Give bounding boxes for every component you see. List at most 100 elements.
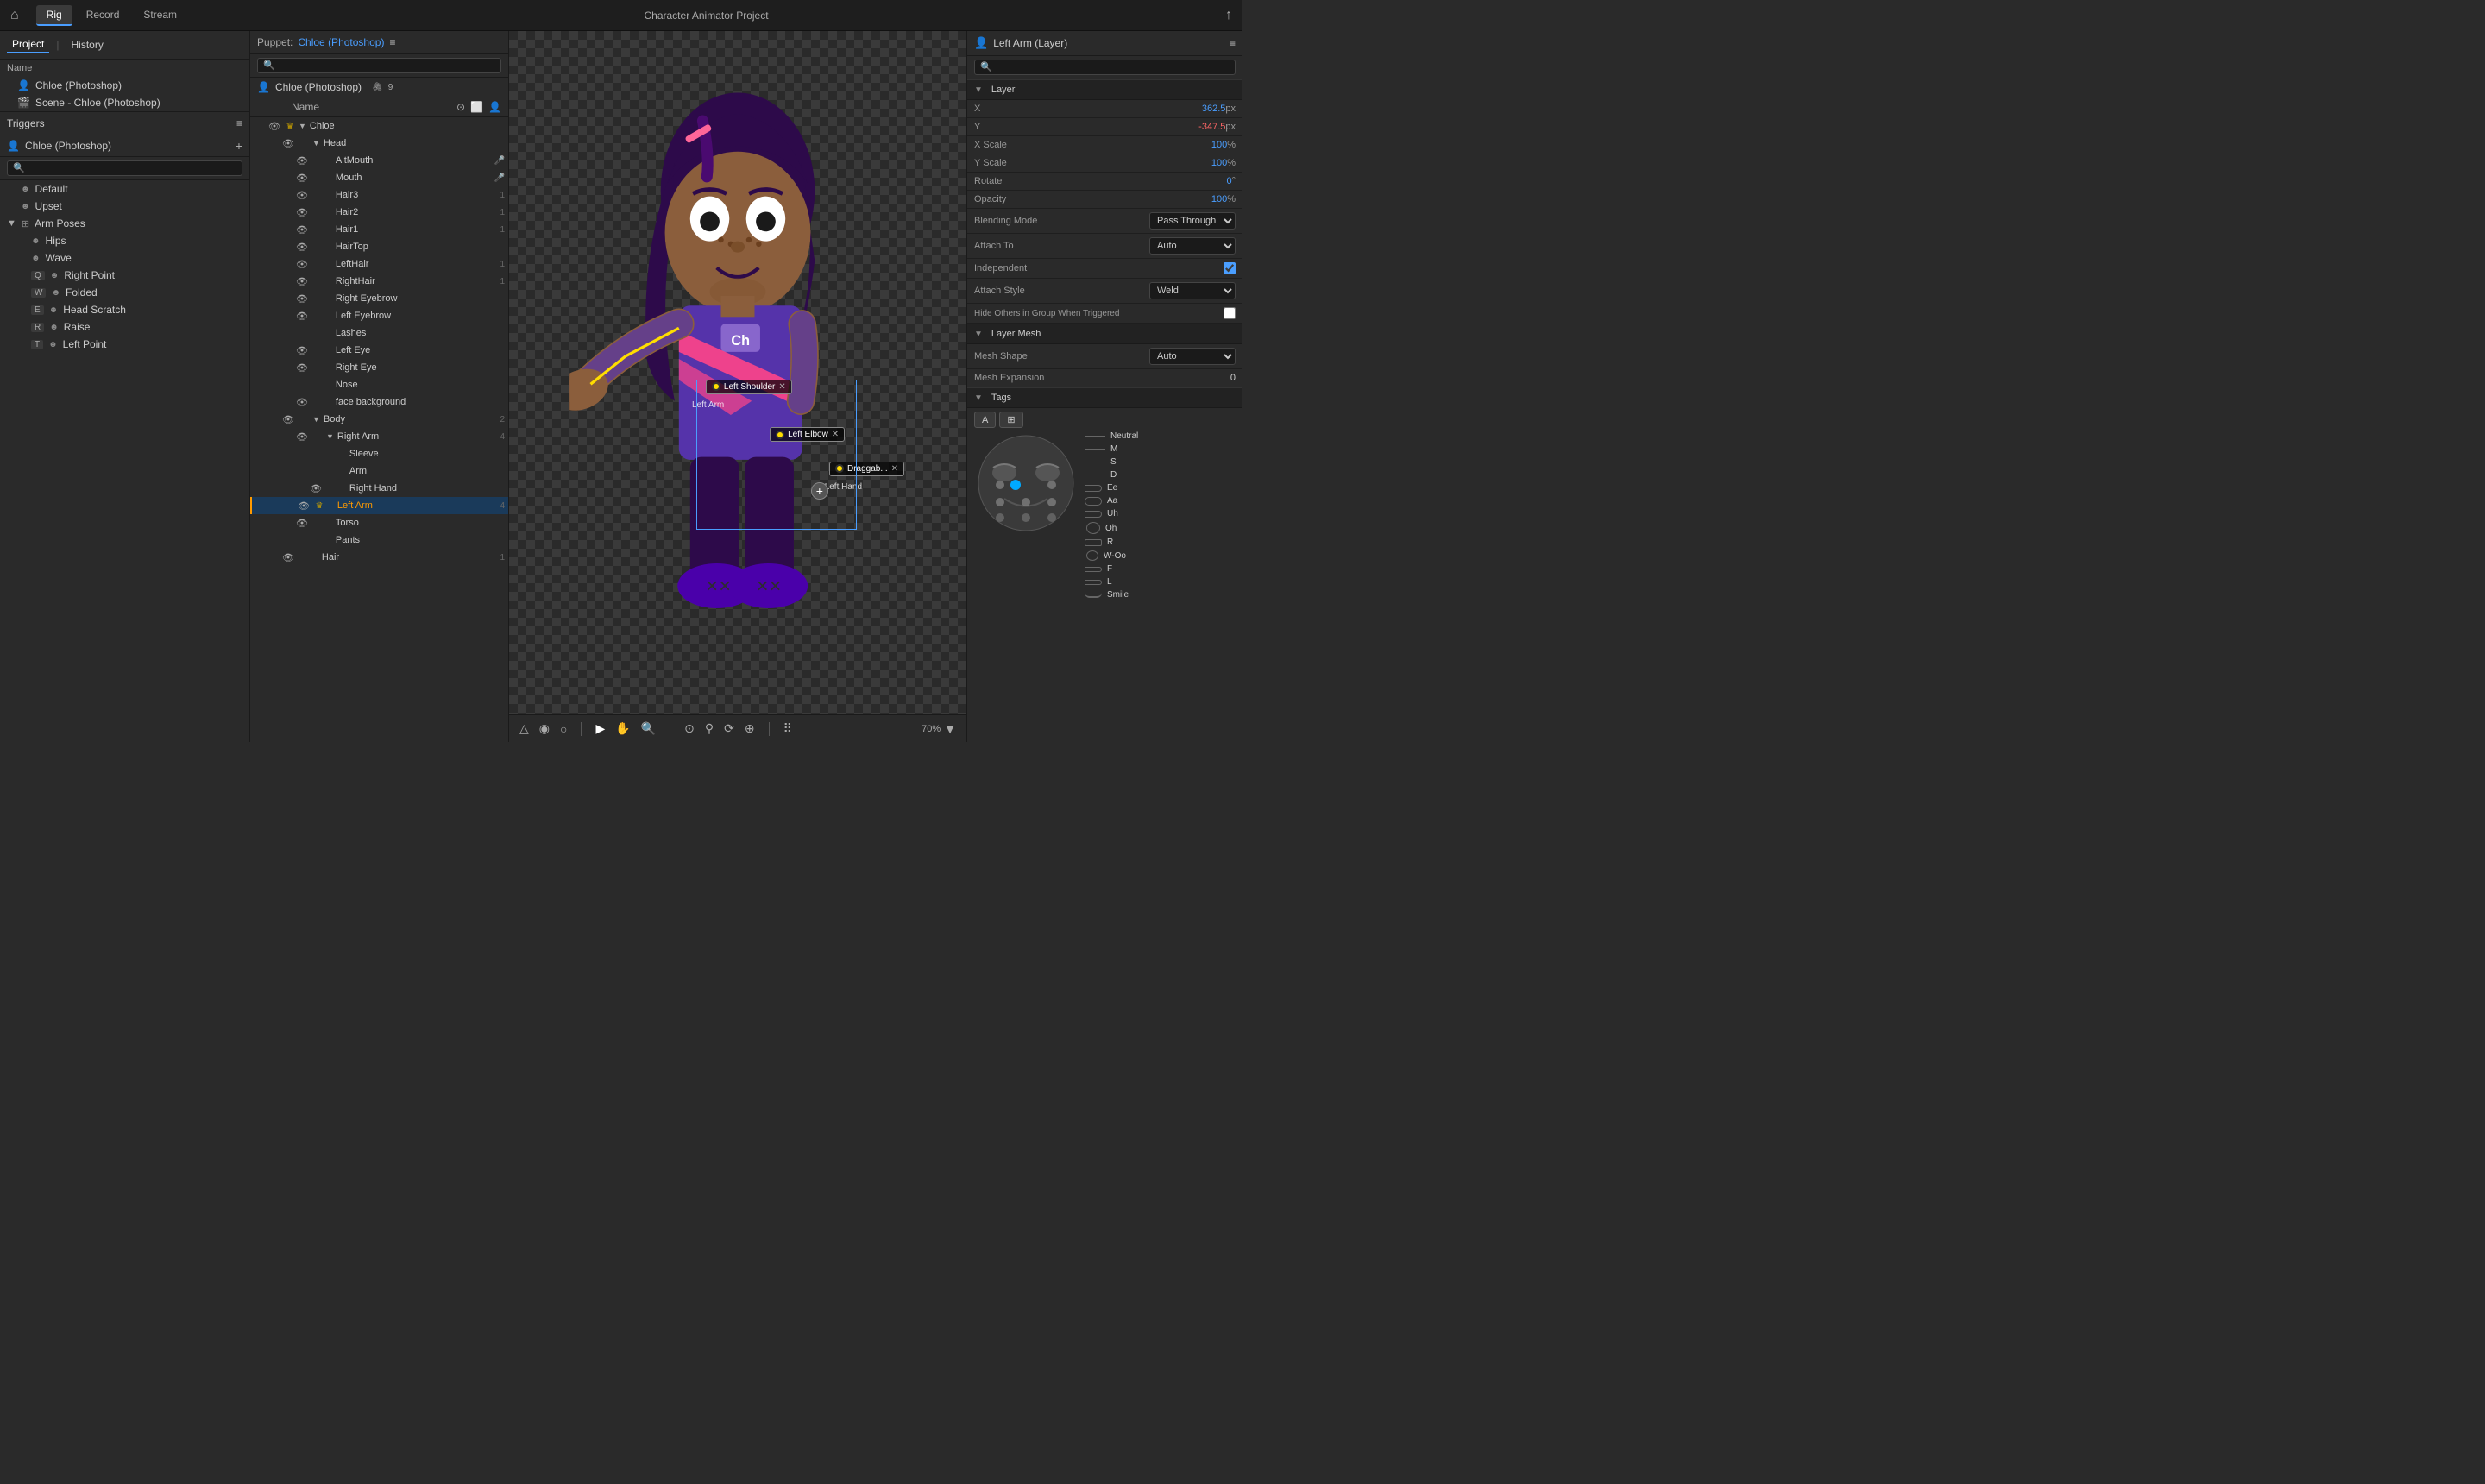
triggers-puppet-name: Chloe (Photoshop) (25, 140, 111, 152)
layer-row-body[interactable]: 👁 ♛ ▼ Body 2 (250, 411, 508, 428)
layer-icon-1[interactable]: ⊙ (456, 101, 465, 113)
trigger-item-left-point[interactable]: T ☻ Left Point (0, 336, 249, 353)
triggers-menu-icon[interactable]: ≡ (236, 117, 242, 129)
trigger-item-upset[interactable]: ☻ Upset (0, 198, 249, 215)
eye-torso: 👁 (295, 518, 309, 529)
layer-row-arm[interactable]: 👁 ♛ ▶ Arm (250, 462, 508, 480)
elbow-close[interactable]: ✕ (832, 430, 839, 439)
nav-tab-record[interactable]: Record (76, 5, 130, 26)
layer-row-righteye[interactable]: 👁 ♛ ▶ Right Eye (250, 359, 508, 376)
props-value-mesh-expansion[interactable]: 0 (1230, 373, 1236, 383)
hide-others-checkbox[interactable] (1224, 307, 1236, 319)
layer-row-righthair[interactable]: 👁 ♛ ▶ RightHair 1 (250, 273, 508, 290)
trigger-item-right-point[interactable]: Q ☻ Right Point (0, 267, 249, 284)
triggers-search-input[interactable] (7, 160, 242, 176)
tool-mesh[interactable]: ⊕ (745, 721, 755, 736)
tag-btn-a[interactable]: A (974, 412, 996, 428)
zoom-dropdown-icon[interactable]: ▼ (944, 722, 956, 736)
layer-row-lefthair[interactable]: 👁 ♛ ▶ LeftHair 1 (250, 255, 508, 273)
canvas-plus-button[interactable]: + (811, 482, 828, 500)
layer-row-hairtop[interactable]: 👁 ♛ ▶ HairTop (250, 238, 508, 255)
trigger-item-head-scratch[interactable]: E ☻ Head Scratch (0, 301, 249, 318)
tab-project[interactable]: Project (7, 36, 49, 53)
layer-row-leftarm[interactable]: 👁 ♛ ▶ Left Arm 4 (250, 497, 508, 514)
layer-row-hair3[interactable]: 👁 ♛ ▶ Hair3 1 (250, 186, 508, 204)
layer-row-righteyebrow[interactable]: 👁 ♛ ▶ Right Eyebrow (250, 290, 508, 307)
bone-handle-left-shoulder[interactable]: Left Shoulder ✕ (706, 380, 792, 394)
layer-row-head[interactable]: 👁 ♛ ▼ Head (250, 135, 508, 152)
props-menu-icon[interactable]: ≡ (1230, 37, 1236, 49)
tool-zoom[interactable]: 🔍 (641, 721, 656, 736)
layer-row-lashes[interactable]: 👁 ♛ ▶ Lashes (250, 324, 508, 342)
layer-row-hair1[interactable]: 👁 ♛ ▶ Hair1 1 (250, 221, 508, 238)
trigger-item-default[interactable]: ☻ Default (0, 180, 249, 198)
tool-warp[interactable]: ⚲ (705, 721, 714, 736)
trigger-item-folded[interactable]: W ☻ Folded (0, 284, 249, 301)
layer-row-torso[interactable]: 👁 ♛ ▶ Torso (250, 514, 508, 531)
mesh-shape-select[interactable]: Auto (1149, 348, 1236, 365)
tool-puppet[interactable]: ◉ (539, 721, 550, 736)
props-value-xscale[interactable]: 100 (1211, 140, 1227, 150)
puppet-menu-icon[interactable]: ≡ (389, 36, 395, 48)
layer-row-lefteyebrow[interactable]: 👁 ♛ ▶ Left Eyebrow (250, 307, 508, 324)
props-search-input[interactable] (974, 60, 1236, 75)
add-trigger-button[interactable]: + (236, 139, 242, 153)
props-value-yscale[interactable]: 100 (1211, 158, 1227, 168)
layer-row-facebg[interactable]: 👁 ♛ ▶ face background (250, 393, 508, 411)
attach-style-select[interactable]: Weld (1149, 282, 1236, 299)
layer-row-rightarm[interactable]: 👁 ♛ ▼ Right Arm 4 (250, 428, 508, 445)
tool-select[interactable]: ▶ (595, 721, 605, 736)
layer-row-nose[interactable]: 👁 ♛ ▶ Nose (250, 376, 508, 393)
trigger-item-wave[interactable]: ☻ Wave (0, 249, 249, 267)
props-value-y[interactable]: -347.5 (1198, 122, 1225, 132)
trigger-item-raise[interactable]: R ☻ Raise (0, 318, 249, 336)
tag-btn-grid[interactable]: ⊞ (999, 412, 1022, 428)
independent-checkbox[interactable] (1224, 262, 1236, 274)
props-section-tags[interactable]: ▼ Tags (967, 387, 1242, 408)
nav-tab-rig[interactable]: Rig (36, 5, 72, 26)
layer-row-lefteye[interactable]: 👁 ♛ ▶ Left Eye (250, 342, 508, 359)
trigger-item-hips[interactable]: ☻ Hips (0, 232, 249, 249)
trigger-group-arm-poses[interactable]: ▼ ⊞ Arm Poses (0, 215, 249, 232)
eye-arm: 👁 (309, 466, 323, 477)
project-item-chloe[interactable]: 👤 Chloe (Photoshop) (0, 77, 249, 94)
tool-grid[interactable]: ⠿ (783, 721, 792, 736)
layer-row-sleeve[interactable]: 👁 ♛ ▶ Sleeve (250, 445, 508, 462)
tab-history[interactable]: History (66, 37, 108, 53)
drag-close[interactable]: ✕ (891, 464, 898, 474)
name-col-header: Name (292, 101, 453, 113)
tool-circle[interactable]: ○ (560, 722, 567, 736)
trigger-label-upset: Upset (35, 200, 62, 212)
export-icon[interactable]: ↑ (1225, 8, 1232, 23)
layer-row-pants[interactable]: 👁 ♛ ▶ Pants (250, 531, 508, 549)
tool-sticks[interactable]: ⟳ (724, 721, 734, 736)
nav-tab-stream[interactable]: Stream (133, 5, 187, 26)
layer-row-righthand[interactable]: 👁 ♛ ▶ Right Hand (250, 480, 508, 497)
layer-row-mouth[interactable]: 👁 ♛ ▶ Mouth 🎤 (250, 169, 508, 186)
props-value-opacity[interactable]: 100 (1211, 194, 1227, 204)
attach-to-select[interactable]: Auto (1149, 237, 1236, 255)
eye-body: 👁 (281, 414, 295, 425)
home-icon[interactable]: ⌂ (10, 8, 19, 23)
tool-hand[interactable]: ✋ (615, 721, 630, 736)
layer-icon-2[interactable]: ⬜ (470, 101, 483, 113)
puppet-search-input[interactable] (257, 58, 501, 73)
bone-handle-draggable[interactable]: Draggab... ✕ (829, 462, 904, 476)
layer-row-chloe[interactable]: 👁 ♛ ▼ Chloe (250, 117, 508, 135)
blending-mode-select[interactable]: Pass Through Normal Multiply (1149, 212, 1236, 230)
layer-row-hair2[interactable]: 👁 ♛ ▶ Hair2 1 (250, 204, 508, 221)
tool-warn[interactable]: △ (519, 721, 529, 736)
props-section-layer[interactable]: ▼ Layer (967, 79, 1242, 100)
project-item-scene[interactable]: 🎬 Scene - Chloe (Photoshop) (0, 94, 249, 111)
props-value-x[interactable]: 362.5 (1202, 104, 1226, 114)
props-row-x: X 362.5 px (967, 100, 1242, 118)
layer-row-hair[interactable]: 👁 ♛ ▶ Hair 1 (250, 549, 508, 566)
shoulder-close[interactable]: ✕ (778, 382, 785, 392)
layer-icon-3[interactable]: 👤 (488, 101, 501, 113)
bone-handle-left-elbow[interactable]: Left Elbow ✕ (770, 427, 845, 442)
trigger-icon-hs: ☻ (49, 305, 59, 315)
layer-row-altmouth[interactable]: 👁 ♛ ▶ AltMouth 🎤 (250, 152, 508, 169)
canvas-viewport[interactable]: Ch (509, 31, 966, 714)
props-section-mesh[interactable]: ▼ Layer Mesh (967, 324, 1242, 344)
tool-transform[interactable]: ⊙ (684, 721, 695, 736)
